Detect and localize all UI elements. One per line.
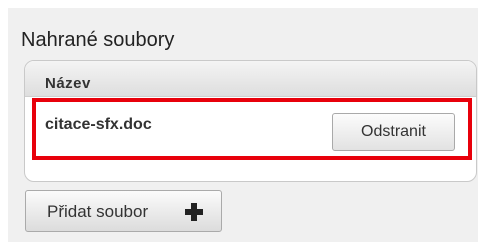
section-title: Nahrané soubory	[21, 29, 175, 51]
remove-button[interactable]: Odstranit	[332, 113, 455, 151]
table-header: Název	[25, 61, 476, 97]
file-name: citace-sfx.doc	[45, 116, 152, 133]
add-file-label: Přidat soubor	[47, 202, 149, 221]
plus-icon	[185, 203, 203, 221]
add-file-button[interactable]: Přidat soubor	[25, 190, 222, 232]
column-header-name: Název	[45, 75, 91, 92]
